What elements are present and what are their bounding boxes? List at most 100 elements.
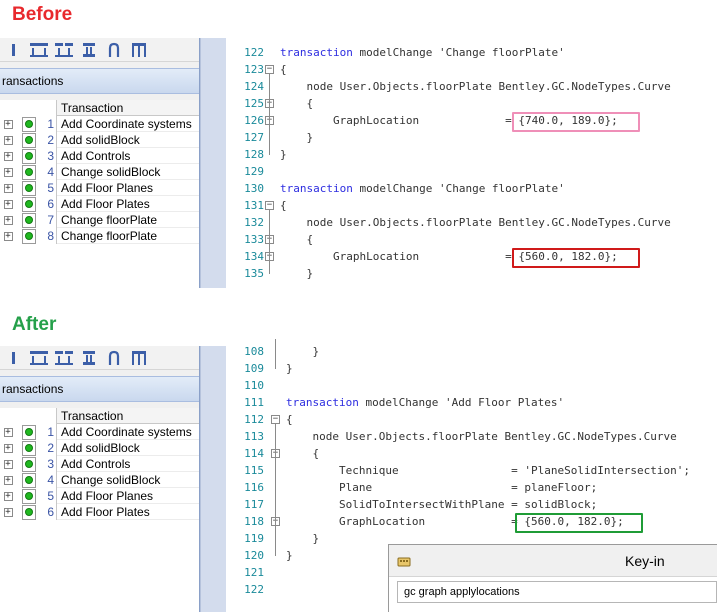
transaction-number: 7 [39,212,57,228]
line-number: 127 [244,131,264,144]
expand-row-icon[interactable]: + [3,215,13,225]
transaction-row[interactable]: +4 Change solidBlock [0,164,199,180]
code-line[interactable]: { [286,411,293,428]
keyin-input[interactable]: gc graph applylocations [397,581,717,603]
code-line[interactable]: node User.Objects.floorPlate Bentley.GC.… [286,428,676,445]
transaction-label: Add Floor Plates [57,504,199,520]
after-heading: After [12,314,57,335]
expand-all-icon[interactable] [29,349,49,367]
expand-row-icon[interactable]: + [3,491,13,501]
keyword-token: transaction [286,396,359,409]
line-number: 118 [244,515,264,528]
transaction-row[interactable]: +7 Change floorPlate [0,212,199,228]
code-line[interactable]: { [280,197,287,214]
expand-row-icon[interactable]: + [3,183,13,193]
column-header-transaction[interactable]: Transaction [57,408,199,424]
keyin-app-icon [397,555,411,573]
transaction-label: Change floorPlate [57,228,199,244]
keyin-titlebar[interactable]: Key-in [389,545,717,577]
step-icon[interactable] [79,349,99,367]
expand-row-icon[interactable]: + [3,199,13,209]
status-dot-icon [22,228,36,244]
code-line[interactable]: { [280,231,313,248]
code-line[interactable]: } [286,360,293,377]
transaction-row[interactable]: +2 Add solidBlock [0,132,199,148]
code-line[interactable]: { [280,61,287,78]
code-line[interactable]: transaction modelChange 'Change floorPla… [280,180,565,197]
transaction-row[interactable]: +8 Change floorPlate [0,228,199,244]
undo-icon[interactable] [104,349,124,367]
line-number: 108 [244,345,264,358]
line-number: 112 [244,413,264,426]
expand-row-icon[interactable]: + [3,443,13,453]
toolbar-partial-icon[interactable] [4,41,24,59]
expand-row-icon[interactable]: + [3,151,13,161]
fold-toggle-icon[interactable]: − [271,415,280,424]
transaction-row[interactable]: +5 Add Floor Planes [0,488,199,504]
transaction-row[interactable]: +6 Add Floor Plates [0,504,199,520]
table-icon[interactable] [129,41,149,59]
transaction-row[interactable]: +3 Add Controls [0,456,199,472]
column-header-transaction[interactable]: Transaction [57,100,199,116]
transaction-row[interactable]: +2 Add solidBlock [0,440,199,456]
line-number: 133 [244,233,264,246]
before-panel-scrollbar[interactable] [200,38,226,288]
transaction-row[interactable]: +3 Add Controls [0,148,199,164]
code-line[interactable]: } [280,146,287,163]
code-line[interactable]: node User.Objects.floorPlate Bentley.GC.… [280,214,670,231]
code-line[interactable]: } [286,343,319,360]
expand-all-icon[interactable] [29,41,49,59]
expand-row-icon[interactable]: + [3,135,13,145]
status-dot-icon [22,488,36,504]
line-number: 123 [244,63,264,76]
status-dot-icon [22,212,36,228]
collapse-all-icon[interactable] [54,349,74,367]
transaction-label: Add Coordinate systems [57,116,199,132]
expand-row-icon[interactable]: + [3,231,13,241]
code-line[interactable]: Technique = 'PlaneSolidIntersection'; [286,462,690,479]
expand-row-icon[interactable]: + [3,475,13,485]
toolbar-partial-icon[interactable] [4,349,24,367]
code-line[interactable]: { [280,95,313,112]
status-dot-icon [22,132,36,148]
expand-row-icon[interactable]: + [3,167,13,177]
after-panel-scrollbar[interactable] [200,346,226,612]
code-line[interactable]: SolidToIntersectWithPlane = solidBlock; [286,496,597,513]
expand-row-icon[interactable]: + [3,427,13,437]
expand-row-icon[interactable]: + [3,119,13,129]
code-line[interactable]: transaction modelChange 'Change floorPla… [280,44,565,61]
fold-toggle-icon[interactable]: − [265,201,274,210]
code-line[interactable]: } [280,265,313,282]
transaction-row[interactable]: +4 Change solidBlock [0,472,199,488]
transaction-row[interactable]: +1 Add Coordinate systems [0,116,199,132]
code-line[interactable]: } [286,547,293,564]
line-number: 135 [244,267,264,280]
after-transactions-panel: ransactions 0 Transaction +1Add Coordina… [0,346,200,612]
code-line[interactable]: } [280,129,313,146]
line-number: 115 [244,464,264,477]
expand-row-icon[interactable]: + [3,459,13,469]
line-number: 117 [244,498,264,511]
transaction-label: Add solidBlock [57,440,199,456]
code-line[interactable]: { [286,445,319,462]
code-line[interactable]: Plane = planeFloor; [286,479,597,496]
transaction-row[interactable]: +1 Add Coordinate systems [0,424,199,440]
keyword-token: transaction [280,46,353,59]
line-number: 120 [244,549,264,562]
fold-toggle-icon[interactable]: − [265,65,274,74]
status-dot-icon [22,456,36,472]
expand-row-icon[interactable]: + [3,507,13,517]
transaction-row[interactable]: +6 Add Floor Plates [0,196,199,212]
transaction-row[interactable]: +5 Add Floor Planes [0,180,199,196]
line-number: 125 [244,97,264,110]
code-line[interactable]: } [286,530,319,547]
table-icon[interactable] [129,349,149,367]
before-toolbar [0,38,199,62]
code-line[interactable]: transaction modelChange 'Add Floor Plate… [286,394,564,411]
line-number: 129 [244,165,264,178]
undo-icon[interactable] [104,41,124,59]
step-icon[interactable] [79,41,99,59]
collapse-all-icon[interactable] [54,41,74,59]
code-line[interactable]: node User.Objects.floorPlate Bentley.GC.… [280,78,670,95]
transaction-label: Add Controls [57,456,199,472]
